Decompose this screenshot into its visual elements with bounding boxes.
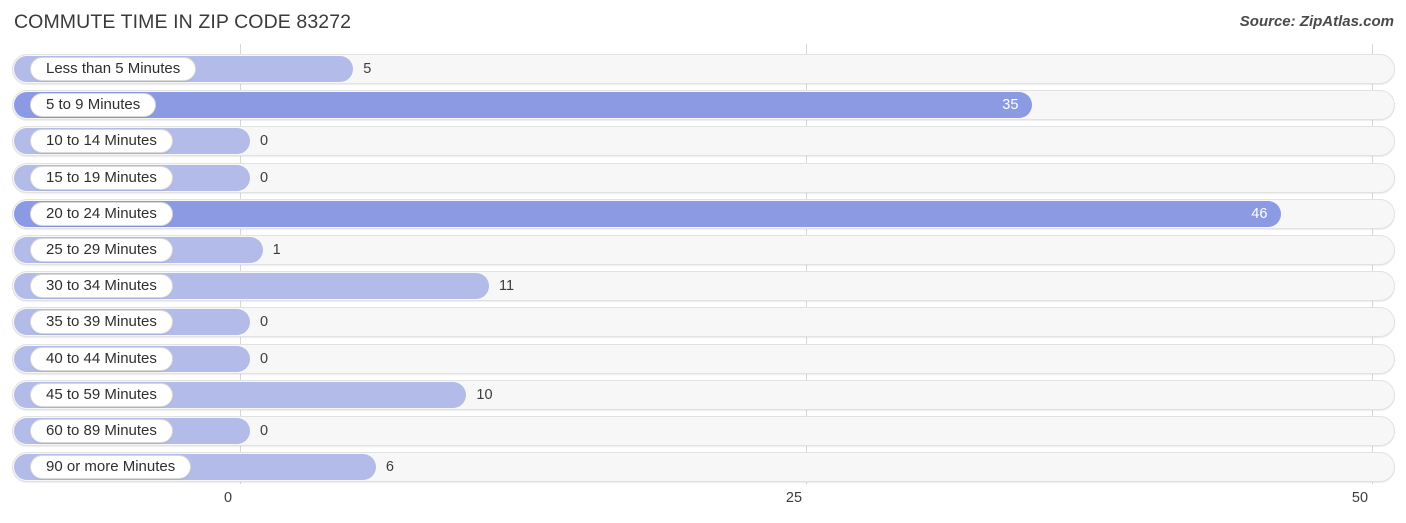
bar-value-label: 6 (385, 459, 394, 476)
x-axis: 0 25 50 (0, 484, 1406, 523)
bar-row[interactable]: 1 25 to 29 Minutes (12, 235, 1395, 265)
bar-row[interactable]: 10 45 to 59 Minutes (12, 379, 1395, 410)
bar-category-label: 10 to 14 Minutes (30, 129, 173, 154)
bar-value-label: 0 (260, 350, 269, 367)
page-title: COMMUTE TIME IN ZIP CODE 83272 (14, 11, 352, 33)
bar[interactable]: 46 (14, 200, 1282, 227)
bar-category-label: 40 to 44 Minutes (30, 346, 173, 371)
bar-value-label: 0 (260, 169, 269, 186)
bar-value-label: 0 (260, 423, 269, 439)
bar-row[interactable]: 0 15 to 19 Minutes (12, 162, 1395, 193)
bar-category-label: 15 to 19 Minutes (30, 165, 173, 190)
bar-category-label: 5 to 9 Minutes (30, 93, 157, 118)
bar-value-label: 0 (260, 133, 269, 150)
bar-value-label: 0 (260, 314, 269, 331)
chart-header: COMMUTE TIME IN ZIP CODE 83272 Source: Z… (0, 0, 1406, 44)
bar-category-label: 90 or more Minutes (30, 455, 192, 480)
bar-category-label: 60 to 89 Minutes (30, 419, 173, 443)
bar-category-label: 25 to 29 Minutes (30, 238, 173, 262)
bar-category-label: 35 to 39 Minutes (30, 310, 173, 335)
bar-row[interactable]: 11 30 to 34 Minutes (12, 271, 1395, 302)
x-axis-tick-label: 50 (1351, 490, 1369, 506)
bar-value-label: 5 (363, 61, 372, 77)
bar-row[interactable]: 0 40 to 44 Minutes (12, 343, 1395, 374)
bar-value-label: 35 (1002, 97, 1019, 114)
x-axis-tick-label: 25 (785, 490, 803, 506)
bar-row[interactable]: 0 35 to 39 Minutes (12, 307, 1395, 338)
bar-category-label: Less than 5 Minutes (30, 57, 197, 81)
x-axis-tick-label: 0 (223, 490, 233, 506)
bar-category-label: 30 to 34 Minutes (30, 274, 173, 299)
bar-row[interactable]: 46 20 to 24 Minutes (12, 198, 1395, 229)
bar-row[interactable]: 0 60 to 89 Minutes (12, 416, 1395, 446)
chart-plot-area: 5 Less than 5 Minutes 35 5 to 9 Minutes 0 10 … (0, 44, 1406, 484)
bar-value-label: 11 (499, 278, 515, 295)
bar-value-label: 10 (476, 386, 493, 403)
bar-category-label: 45 to 59 Minutes (30, 382, 173, 407)
source-attribution: Source: ZipAtlas.com (1239, 13, 1394, 30)
bar-row[interactable]: 0 10 to 14 Minutes (12, 126, 1395, 157)
bar-value-label: 46 (1251, 205, 1268, 222)
bar-row[interactable]: 6 90 or more Minutes (12, 452, 1395, 483)
bar-row[interactable]: 5 Less than 5 Minutes (12, 54, 1395, 84)
bar-value-label: 1 (272, 242, 281, 258)
bar-row[interactable]: 35 5 to 9 Minutes (12, 90, 1395, 121)
bar-category-label: 20 to 24 Minutes (30, 201, 173, 226)
bar[interactable]: 35 (14, 92, 1033, 119)
